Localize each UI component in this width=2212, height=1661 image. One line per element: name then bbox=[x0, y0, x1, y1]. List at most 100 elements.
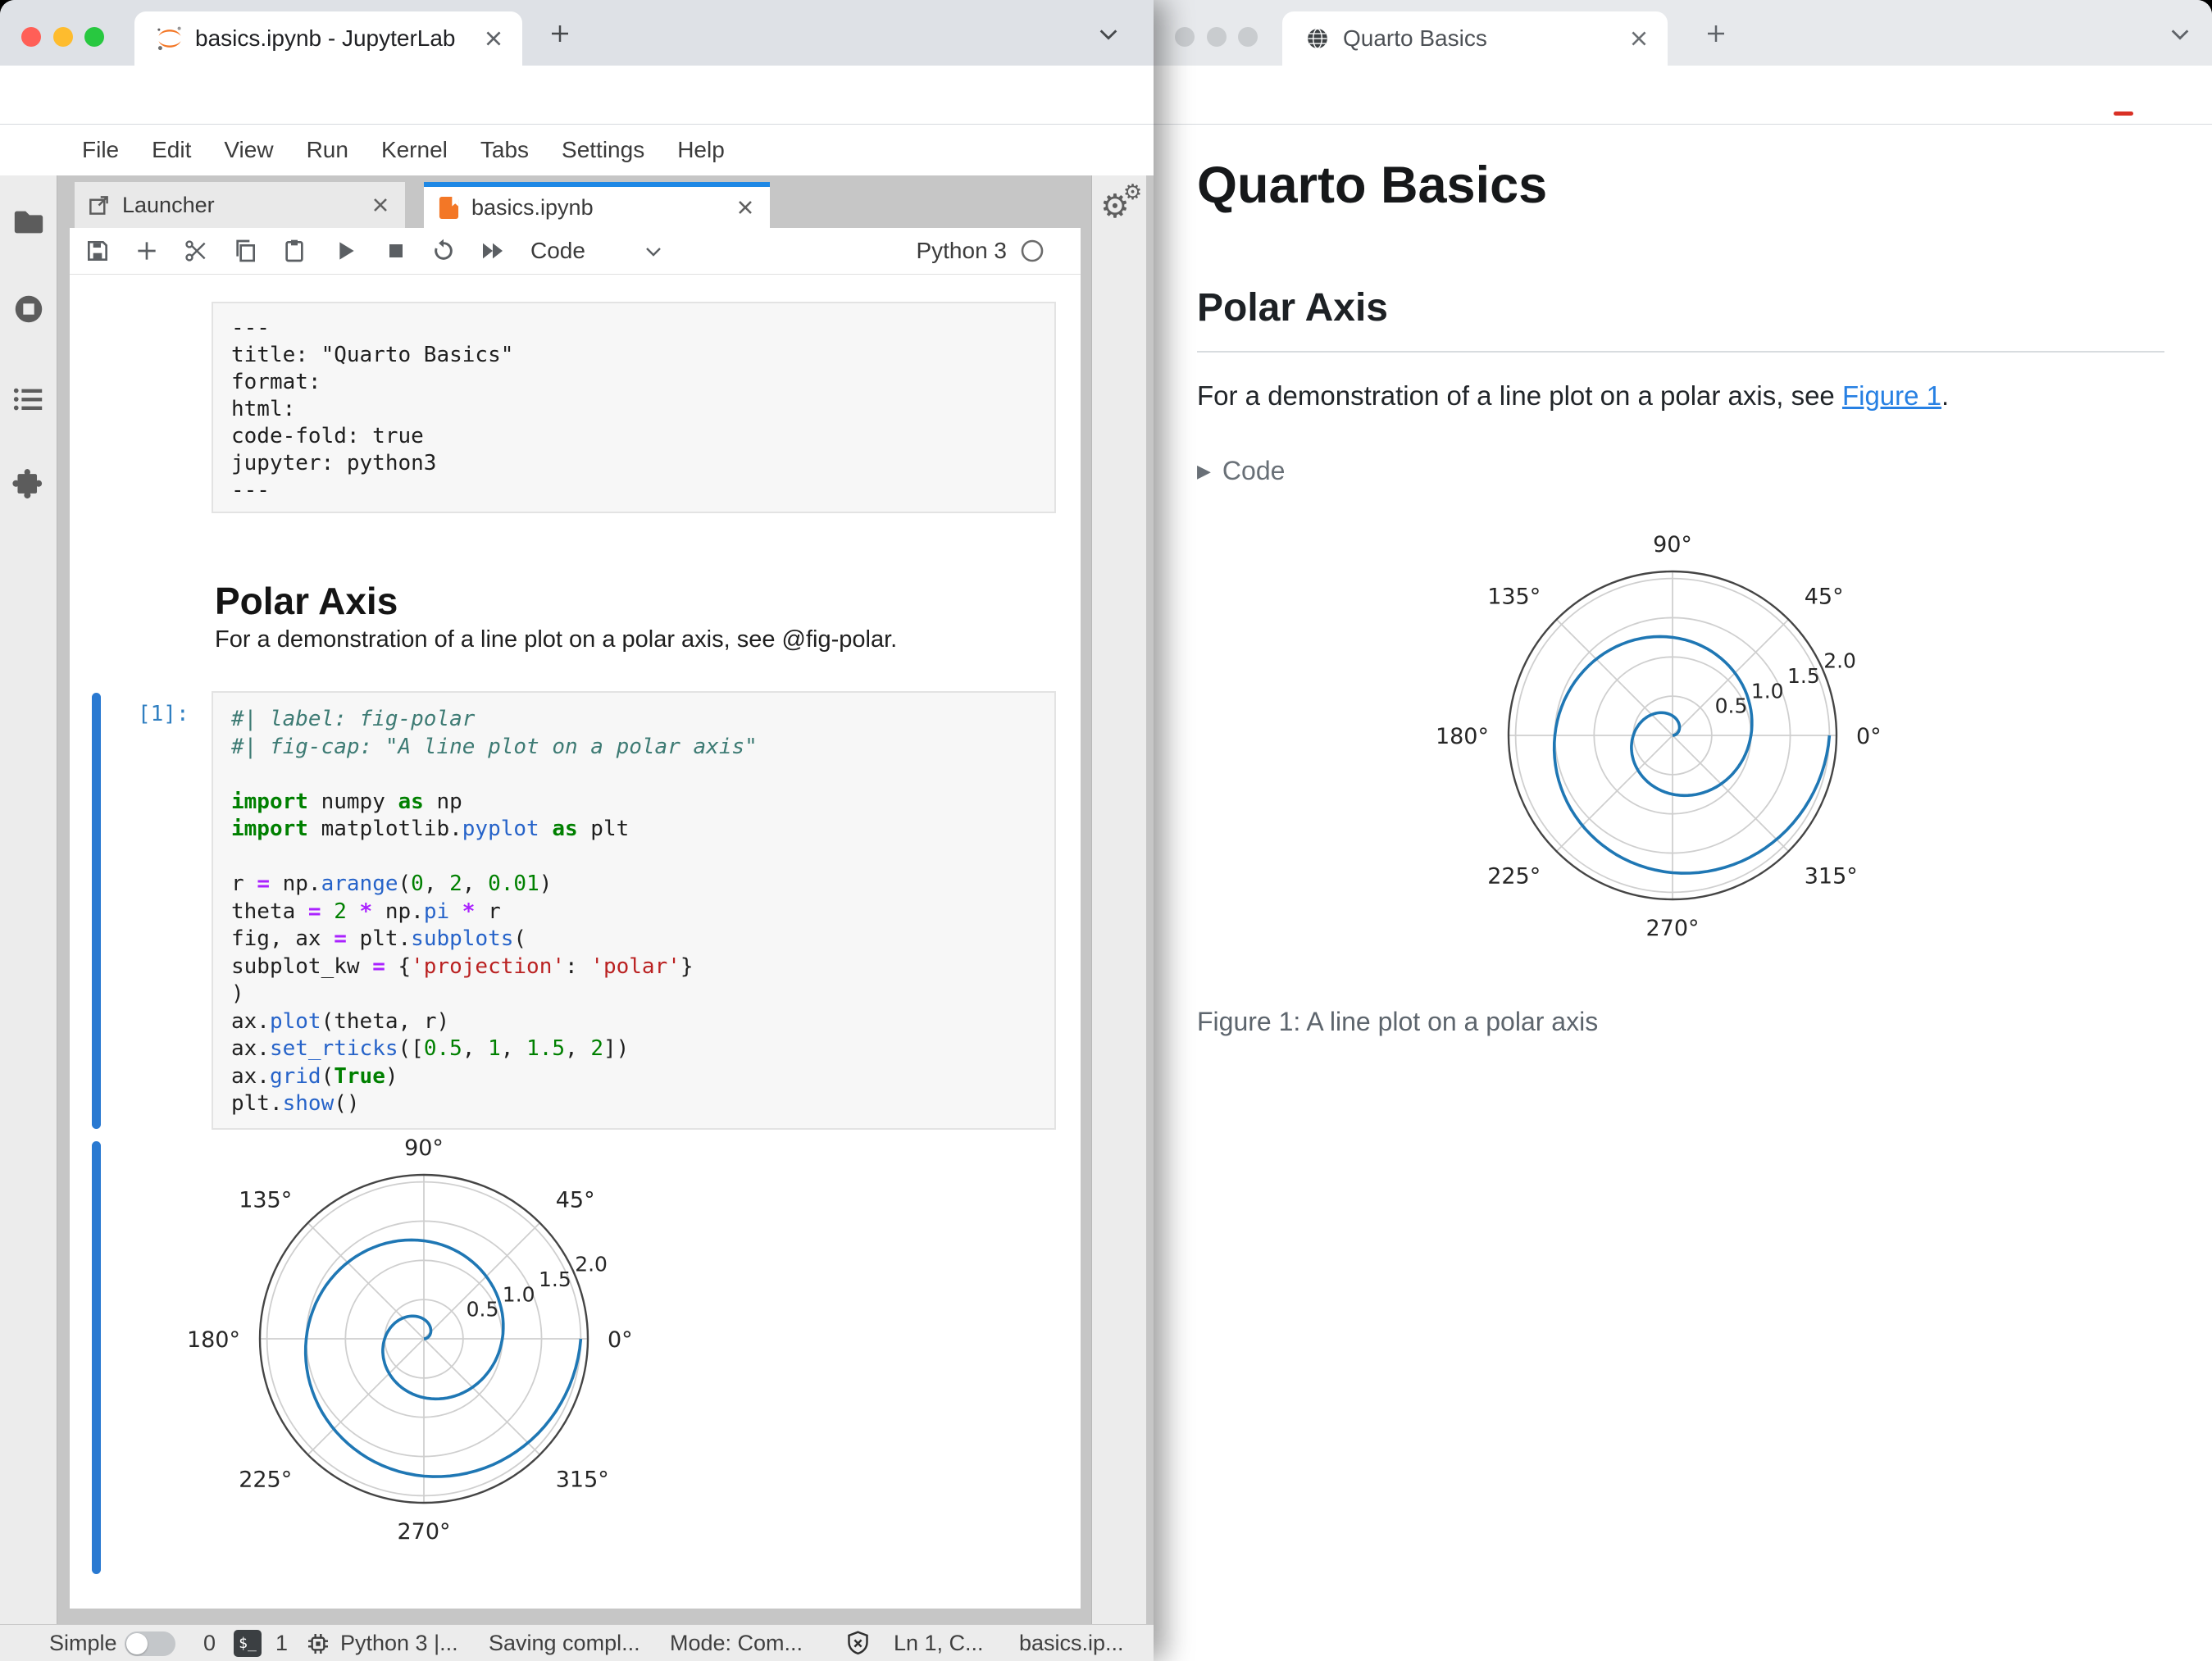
new-tab-button[interactable] bbox=[1704, 21, 1728, 46]
svg-text:0.5: 0.5 bbox=[467, 1298, 499, 1322]
figure-caption: Figure 1: A line plot on a polar axis bbox=[1197, 1007, 1599, 1036]
run-cell-icon[interactable] bbox=[332, 238, 358, 264]
trust-shield-icon[interactable] bbox=[844, 1630, 872, 1657]
minimize-window-button[interactable] bbox=[1207, 27, 1227, 47]
table-of-contents-icon[interactable] bbox=[11, 382, 46, 416]
running-kernels-icon[interactable] bbox=[11, 292, 46, 326]
polar-plot-output: 0° 45° 90° 135° 180° 225° 270° 315° 0.51.01.52.0 bbox=[187, 1135, 633, 1545]
update-indicator bbox=[2114, 111, 2133, 116]
restart-run-all-icon[interactable] bbox=[480, 238, 506, 264]
svg-text:270°: 270° bbox=[1645, 916, 1699, 941]
execution-count: [1]: bbox=[138, 702, 189, 726]
left-tab-strip: basics.ipynb - JupyterLab bbox=[0, 0, 1154, 66]
tab-title: basics.ipynb - JupyterLab bbox=[195, 25, 456, 51]
jupyter-favicon bbox=[157, 26, 181, 51]
cursor-position[interactable]: Ln 1, C... bbox=[894, 1625, 984, 1661]
svg-text:315°: 315° bbox=[556, 1468, 609, 1493]
add-cell-icon[interactable] bbox=[134, 238, 160, 264]
raw-cell[interactable]: --- title: "Quarto Basics" format: html: c… bbox=[212, 302, 1056, 513]
cell-type-chevron-icon[interactable] bbox=[644, 246, 663, 258]
svg-text:180°: 180° bbox=[187, 1327, 240, 1353]
input-collapser[interactable] bbox=[92, 693, 101, 1129]
extension-manager-icon[interactable] bbox=[11, 466, 46, 500]
close-dock-tab-icon[interactable] bbox=[734, 196, 757, 219]
menu-kernel[interactable]: Kernel bbox=[381, 137, 448, 163]
svg-text:1.5: 1.5 bbox=[539, 1267, 571, 1291]
menu-file[interactable]: File bbox=[82, 137, 119, 163]
jupyterlab-browser-window: basics.ipynb - JupyterLab File Edit View… bbox=[0, 0, 1154, 1661]
cell-type-dropdown[interactable]: Code bbox=[530, 228, 585, 274]
kernel-status-icon[interactable] bbox=[1020, 239, 1045, 263]
minimize-window-button[interactable] bbox=[53, 27, 73, 47]
menu-help[interactable]: Help bbox=[677, 137, 725, 163]
tab-title: Quarto Basics bbox=[1343, 25, 1487, 51]
section-divider bbox=[1197, 351, 2164, 353]
file-browser-icon[interactable] bbox=[11, 205, 46, 239]
kernel-count[interactable]: 1 bbox=[275, 1625, 288, 1661]
right-sidebar: ⚙⚙ bbox=[1091, 175, 1146, 1624]
saving-status[interactable]: Saving compl... bbox=[489, 1625, 640, 1661]
browser-tab-jupyterlab[interactable]: basics.ipynb - JupyterLab bbox=[134, 11, 522, 66]
dock-tab-launcher[interactable]: Launcher bbox=[75, 182, 405, 228]
paste-cells-icon[interactable] bbox=[281, 238, 307, 264]
code-cell[interactable]: #| label: fig-polar #| fig-cap: "A line p… bbox=[212, 691, 1056, 1130]
code-fold-toggle[interactable]: ▶ Code bbox=[1197, 456, 1285, 486]
browser-tab-quarto[interactable]: Quarto Basics bbox=[1282, 11, 1668, 66]
svg-text:0.5: 0.5 bbox=[1715, 694, 1748, 718]
svg-text:315°: 315° bbox=[1805, 864, 1858, 890]
svg-text:90°: 90° bbox=[404, 1135, 444, 1161]
kernel-chip-icon[interactable] bbox=[305, 1631, 331, 1657]
property-inspector-icon[interactable]: ⚙⚙ bbox=[1100, 181, 1149, 223]
left-activity-bar bbox=[0, 175, 57, 1624]
menu-edit[interactable]: Edit bbox=[152, 137, 191, 163]
svg-text:2.0: 2.0 bbox=[1823, 649, 1856, 673]
globe-favicon bbox=[1308, 28, 1327, 49]
terminal-icon[interactable]: $_ bbox=[234, 1630, 262, 1657]
close-window-button[interactable] bbox=[1175, 27, 1195, 47]
zoom-window-button[interactable] bbox=[84, 27, 104, 47]
svg-text:0°: 0° bbox=[1856, 724, 1882, 749]
svg-text:135°: 135° bbox=[239, 1187, 292, 1213]
close-dock-tab-icon[interactable] bbox=[369, 193, 392, 216]
copy-cells-icon[interactable] bbox=[232, 238, 258, 264]
dock-tab-notebook[interactable]: basics.ipynb bbox=[424, 182, 770, 228]
tab-search-chevron-icon[interactable] bbox=[2169, 26, 2192, 43]
new-tab-button[interactable] bbox=[548, 21, 572, 46]
menu-items: File Edit View Run Kernel Tabs Settings … bbox=[82, 137, 725, 163]
body-paragraph: For a demonstration of a line plot on a … bbox=[1197, 380, 1950, 411]
menu-settings[interactable]: Settings bbox=[562, 137, 644, 163]
svg-text:270°: 270° bbox=[397, 1519, 450, 1545]
filename-status[interactable]: basics.ip... bbox=[1019, 1625, 1124, 1661]
output-collapser[interactable] bbox=[92, 1141, 101, 1574]
notebook-file-icon bbox=[439, 197, 459, 219]
simple-mode-toggle[interactable] bbox=[125, 1631, 175, 1656]
zoom-window-button[interactable] bbox=[1238, 27, 1258, 47]
menu-view[interactable]: View bbox=[224, 137, 273, 163]
markdown-heading: Polar Axis bbox=[215, 580, 398, 623]
launcher-icon bbox=[89, 196, 108, 215]
terminal-count[interactable]: 0 bbox=[203, 1625, 216, 1661]
restart-kernel-icon[interactable] bbox=[430, 238, 457, 264]
close-window-button[interactable] bbox=[21, 27, 41, 47]
interrupt-kernel-icon[interactable] bbox=[383, 238, 409, 264]
dock-tab-label: basics.ipynb bbox=[471, 195, 594, 220]
figure-link[interactable]: Figure 1 bbox=[1842, 380, 1941, 411]
svg-text:1.0: 1.0 bbox=[1751, 679, 1784, 703]
menu-run[interactable]: Run bbox=[307, 137, 348, 163]
command-mode-status[interactable]: Mode: Com... bbox=[670, 1625, 803, 1661]
tab-search-chevron-icon[interactable] bbox=[1097, 26, 1120, 43]
save-icon[interactable] bbox=[84, 238, 111, 264]
cut-cells-icon[interactable] bbox=[183, 238, 209, 264]
svg-text:45°: 45° bbox=[1805, 584, 1844, 609]
svg-text:0°: 0° bbox=[608, 1327, 633, 1353]
status-bar: Simple 0 $_ 1 Python 3 |... Saving compl… bbox=[0, 1624, 1154, 1661]
svg-text:135°: 135° bbox=[1487, 584, 1541, 609]
svg-text:1.0: 1.0 bbox=[503, 1282, 535, 1306]
close-tab-icon[interactable] bbox=[1628, 28, 1650, 49]
kernel-status-text[interactable]: Python 3 |... bbox=[340, 1625, 458, 1661]
right-browser-toolbar: localhost:4479 bbox=[1154, 66, 2212, 184]
screen: basics.ipynb - JupyterLab File Edit View… bbox=[0, 0, 2212, 1661]
kernel-name[interactable]: Python 3 bbox=[916, 228, 1007, 274]
menu-tabs[interactable]: Tabs bbox=[480, 137, 529, 163]
close-tab-icon[interactable] bbox=[483, 28, 504, 49]
